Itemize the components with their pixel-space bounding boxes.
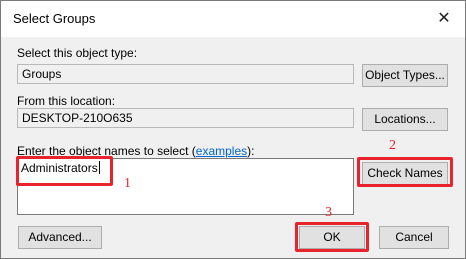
object-names-label-suffix: ): bbox=[247, 144, 255, 158]
check-names-button[interactable]: Check Names bbox=[362, 162, 448, 185]
object-types-button[interactable]: Object Types... bbox=[362, 64, 448, 87]
window-title: Select Groups bbox=[13, 11, 96, 26]
close-icon[interactable]: ✕ bbox=[433, 7, 455, 29]
title-bar: Select Groups ✕ bbox=[1, 1, 465, 37]
annotation-number-2: 2 bbox=[389, 138, 396, 153]
object-type-label: Select this object type: bbox=[17, 46, 138, 60]
cancel-button[interactable]: Cancel bbox=[379, 226, 449, 249]
object-names-label-prefix: Enter the object names to select ( bbox=[17, 144, 196, 158]
object-type-field: Groups bbox=[17, 64, 354, 84]
examples-link[interactable]: examples bbox=[196, 144, 247, 158]
location-label: From this location: bbox=[17, 94, 116, 108]
ok-button[interactable]: OK bbox=[299, 226, 365, 249]
select-groups-dialog: Select Groups ✕ Select this object type:… bbox=[0, 0, 466, 259]
advanced-button[interactable]: Advanced... bbox=[18, 226, 102, 249]
annotation-number-3: 3 bbox=[325, 205, 332, 220]
object-names-input[interactable]: Administrators bbox=[17, 158, 354, 215]
object-names-label: Enter the object names to select (exampl… bbox=[17, 144, 254, 158]
annotation-number-1: 1 bbox=[124, 176, 131, 191]
object-names-value: Administrators bbox=[21, 161, 98, 175]
text-caret bbox=[98, 161, 100, 174]
locations-button[interactable]: Locations... bbox=[362, 108, 448, 131]
location-field: DESKTOP-210O635 bbox=[17, 108, 354, 128]
